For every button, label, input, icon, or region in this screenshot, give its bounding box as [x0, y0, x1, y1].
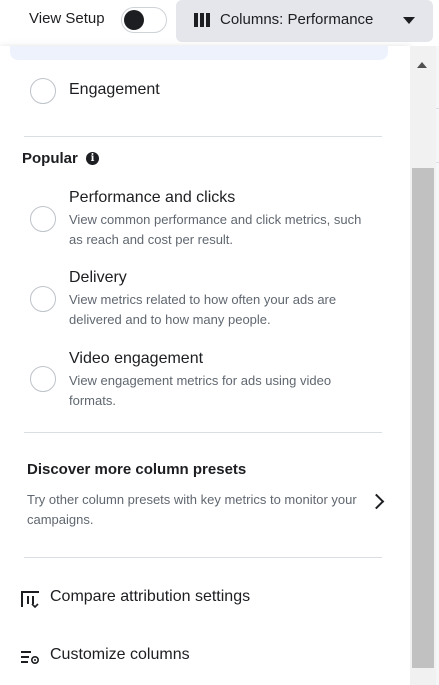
popular-heading: Popular	[22, 150, 78, 167]
radio-performance-and-clicks[interactable]	[30, 206, 56, 232]
caret-down-icon	[403, 17, 415, 24]
scrollbar-thumb[interactable]	[412, 168, 434, 668]
compare-attribution-label: Compare attribution settings	[50, 588, 251, 605]
toolbar: View Setup Columns: Performance	[0, 0, 439, 46]
divider	[24, 557, 382, 558]
toggle-knob	[124, 10, 144, 30]
compare-attribution-icon	[21, 591, 39, 609]
option-performance-and-clicks-description: View common performance and click metric…	[69, 212, 362, 247]
option-performance-and-clicks-title[interactable]: Performance and clicks	[69, 189, 235, 207]
columns-dropdown-button[interactable]: Columns: Performance	[176, 0, 433, 42]
discover-more-description: Try other column presets with key metric…	[27, 492, 357, 527]
customize-columns-button[interactable]: Customize columns	[20, 645, 380, 669]
divider	[24, 432, 382, 433]
option-engagement-title[interactable]: Engagement	[69, 81, 160, 99]
option-delivery-description: View metrics related to how often your a…	[69, 292, 337, 327]
compare-attribution-settings-button[interactable]: Compare attribution settings	[20, 587, 380, 611]
customize-columns-icon	[21, 651, 40, 665]
customize-columns-label: Customize columns	[50, 646, 190, 663]
radio-video-engagement[interactable]	[30, 366, 56, 392]
divider	[24, 136, 382, 137]
columns-dropdown-panel: Engagement Popular i Performance and cli…	[0, 46, 410, 685]
view-setup-toggle[interactable]	[121, 7, 167, 33]
view-setup-label: View Setup	[29, 10, 105, 27]
radio-delivery[interactable]	[30, 286, 56, 312]
columns-icon	[194, 13, 210, 27]
chevron-right-icon	[368, 493, 385, 510]
option-video-engagement-description: View engagement metrics for ads using vi…	[69, 373, 332, 408]
scroll-up-arrow-icon[interactable]	[417, 62, 427, 68]
info-icon[interactable]: i	[86, 152, 99, 165]
discover-more-title: Discover more column presets	[27, 461, 247, 478]
columns-button-label: Columns: Performance	[220, 11, 374, 28]
option-delivery-title[interactable]: Delivery	[69, 269, 127, 287]
option-video-engagement-title[interactable]: Video engagement	[69, 350, 203, 368]
selected-option-highlight	[10, 46, 388, 60]
radio-engagement[interactable]	[30, 78, 56, 104]
panel-scrollbar[interactable]	[410, 46, 436, 685]
